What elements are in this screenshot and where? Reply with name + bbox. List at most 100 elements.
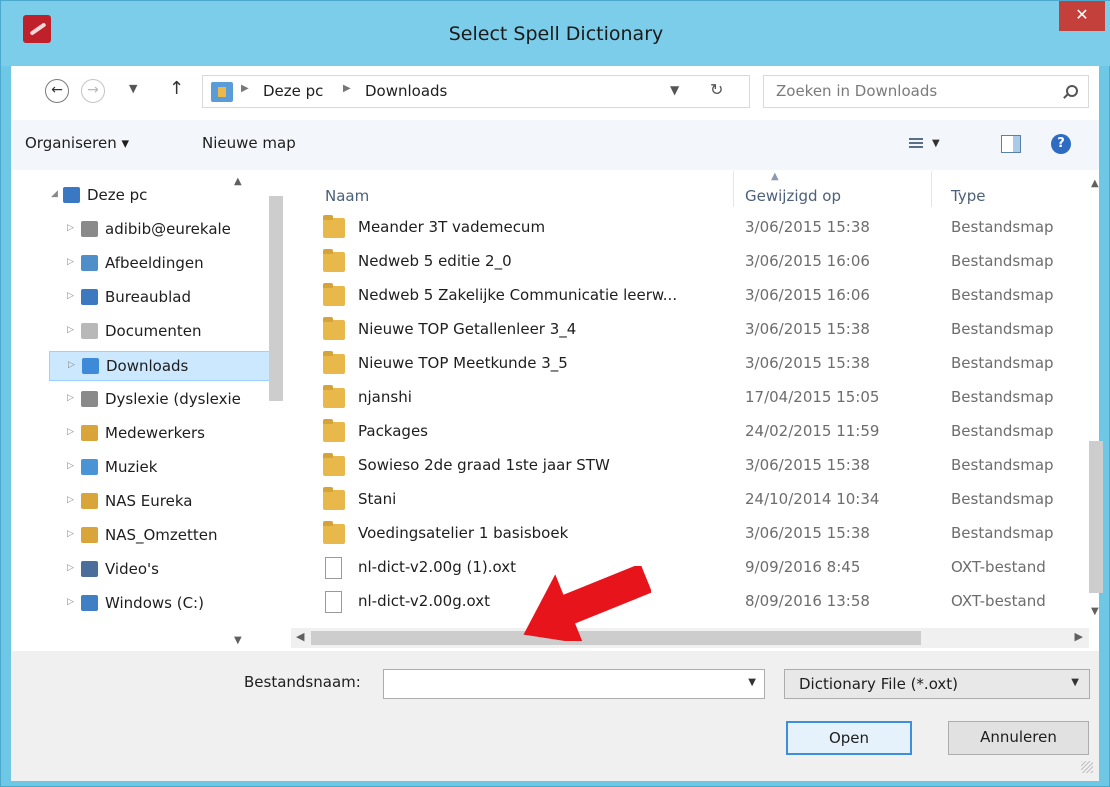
file-row[interactable]: Voedingsatelier 1 basisboek 3/06/2015 15:… xyxy=(313,519,1073,553)
list-scrollbar-thumb[interactable] xyxy=(1089,441,1103,593)
expand-arrow-icon[interactable]: ▷ xyxy=(67,223,74,233)
search-box[interactable]: Zoeken in Downloads xyxy=(763,75,1089,108)
sidebar-item-label: NAS_Omzetten xyxy=(105,526,218,544)
sidebar-item-label: Muziek xyxy=(105,458,158,476)
expand-arrow-icon[interactable]: ▷ xyxy=(67,495,74,505)
address-dropdown-icon[interactable]: ▼ xyxy=(670,83,679,97)
expand-arrow-icon[interactable]: ▷ xyxy=(67,393,74,403)
file-row[interactable]: Sowieso 2de graad 1ste jaar STW 3/06/2015… xyxy=(313,451,1073,485)
search-input[interactable]: Zoeken in Downloads xyxy=(776,82,937,100)
file-row[interactable]: nl-dict-v2.00g.oxt 8/09/2016 13:58 OXT-bes… xyxy=(313,587,1073,621)
view-dropdown-icon[interactable]: ▼ xyxy=(932,138,940,149)
file-name: nl-dict-v2.00g (1).oxt xyxy=(358,558,516,576)
list-scroll-down-icon[interactable]: ▼ xyxy=(1091,606,1099,617)
file-row[interactable]: nl-dict-v2.00g (1).oxt 9/09/2016 8:45 OXT-… xyxy=(313,553,1073,587)
resize-grip-icon[interactable] xyxy=(1081,761,1093,773)
expand-arrow-icon[interactable]: ▷ xyxy=(67,257,74,267)
folder-icon xyxy=(323,317,345,340)
column-divider[interactable] xyxy=(931,171,932,207)
file-icon xyxy=(325,591,342,613)
sidebar-item-medewerkers[interactable]: ▷ Medewerkers xyxy=(49,419,281,449)
sidebar-item-bureaublad[interactable]: ▷ Bureaublad xyxy=(49,283,281,313)
sidebar-item-dyslexie-dyslexie[interactable]: ▷ Dyslexie (dyslexie xyxy=(49,385,281,415)
file-row[interactable]: Nieuwe TOP Getallenleer 3_4 3/06/2015 15:… xyxy=(313,315,1073,349)
sidebar-item-windows-c-[interactable]: ▷ Windows (C:) xyxy=(49,589,281,619)
sidebar-item-adibib-eurekale[interactable]: ▷ adibib@eurekale xyxy=(49,215,281,245)
file-row[interactable]: njanshi 17/04/2015 15:05 Bestandsmap xyxy=(313,383,1073,417)
nav-scroll-up-icon[interactable]: ▲ xyxy=(234,176,242,187)
sidebar-item-label: Downloads xyxy=(106,357,189,375)
filename-field[interactable]: ▼ xyxy=(383,669,765,699)
drive-icon xyxy=(81,595,98,611)
sidebar-item-nas-omzetten[interactable]: ▷ NAS_Omzetten xyxy=(49,521,281,551)
expand-arrow-icon[interactable]: ▷ xyxy=(67,563,74,573)
folder-icon xyxy=(323,249,345,272)
title-bar[interactable]: Select Spell Dictionary ✕ xyxy=(1,1,1110,66)
list-scroll-up-icon[interactable]: ▲ xyxy=(1091,178,1099,189)
expand-arrow-icon[interactable]: ▷ xyxy=(67,427,74,437)
column-divider[interactable] xyxy=(733,171,734,207)
back-button[interactable]: ← xyxy=(45,79,69,103)
expand-arrow-icon[interactable]: ▷ xyxy=(68,360,75,370)
file-row[interactable]: Nedweb 5 Zakelijke Communicatie leerw...… xyxy=(313,281,1073,315)
sidebar-item-documenten[interactable]: ▷ Documenten xyxy=(49,317,281,347)
annotation-arrow-icon xyxy=(523,566,651,641)
file-type: Bestandsmap xyxy=(951,388,1054,406)
collapse-arrow-icon[interactable]: ◢ xyxy=(51,189,58,199)
sidebar-item-label: Bureaublad xyxy=(105,288,191,306)
desktop-icon xyxy=(81,289,98,305)
file-type-dropdown-icon[interactable]: ▼ xyxy=(1071,677,1079,688)
file-date: 24/02/2015 11:59 xyxy=(745,422,880,440)
organize-button[interactable]: Organiseren ▾ xyxy=(25,134,129,152)
view-options-icon[interactable] xyxy=(909,138,923,150)
sidebar-item-downloads[interactable]: ▷ Downloads xyxy=(49,351,281,381)
preview-pane-icon[interactable] xyxy=(1001,135,1021,153)
breadcrumb-downloads[interactable]: Downloads xyxy=(365,82,447,100)
file-date: 17/04/2015 15:05 xyxy=(745,388,880,406)
up-arrow-icon[interactable]: ↑ xyxy=(169,78,184,99)
downloads-folder-icon xyxy=(211,82,233,102)
scroll-right-icon[interactable]: ▶ xyxy=(1075,630,1083,643)
file-name: njanshi xyxy=(358,388,412,406)
sidebar-item-muziek[interactable]: ▷ Muziek xyxy=(49,453,281,483)
sidebar-item-label: Documenten xyxy=(105,322,202,340)
expand-arrow-icon[interactable]: ▷ xyxy=(67,461,74,471)
expand-arrow-icon[interactable]: ▷ xyxy=(67,597,74,607)
file-row[interactable]: Nieuwe TOP Meetkunde 3_5 3/06/2015 15:38 B… xyxy=(313,349,1073,383)
scroll-left-icon[interactable]: ◀ xyxy=(296,630,304,643)
file-row[interactable]: Packages 24/02/2015 11:59 Bestandsmap xyxy=(313,417,1073,451)
sidebar-item-afbeeldingen[interactable]: ▷ Afbeeldingen xyxy=(49,249,281,279)
file-row[interactable]: Meander 3T vademecum 3/06/2015 15:38 Besta… xyxy=(313,213,1073,247)
sidebar-item-nas-eureka[interactable]: ▷ NAS Eureka xyxy=(49,487,281,517)
cancel-button[interactable]: Annuleren xyxy=(948,721,1089,755)
column-header-name[interactable]: Naam xyxy=(325,187,369,205)
expand-arrow-icon[interactable]: ▷ xyxy=(67,529,74,539)
forward-button[interactable]: → xyxy=(81,79,105,103)
nav-scrollbar-thumb[interactable] xyxy=(269,196,283,401)
file-type: Bestandsmap xyxy=(951,218,1054,236)
recent-locations-chevron-icon[interactable]: ▼ xyxy=(129,82,137,95)
filename-dropdown-icon[interactable]: ▼ xyxy=(748,677,756,688)
column-header-type[interactable]: Type xyxy=(951,187,985,205)
help-icon[interactable]: ? xyxy=(1051,134,1071,154)
close-button[interactable]: ✕ xyxy=(1059,1,1105,31)
expand-arrow-icon[interactable]: ▷ xyxy=(67,291,74,301)
sidebar-item-deze-pc[interactable]: ◢ Deze pc xyxy=(49,181,281,211)
refresh-icon[interactable]: ↻ xyxy=(710,80,723,99)
breadcrumb-this-pc[interactable]: Deze pc xyxy=(263,82,323,100)
nav-scroll-down-icon[interactable]: ▼ xyxy=(234,635,242,646)
horizontal-scrollbar[interactable]: ◀ ▶ xyxy=(291,628,1089,648)
column-header-date[interactable]: Gewijzigd op xyxy=(745,187,841,205)
folder-icon xyxy=(323,419,345,442)
file-row[interactable]: Nedweb 5 editie 2_0 3/06/2015 16:06 Bestan… xyxy=(313,247,1073,281)
sidebar-item-video-s[interactable]: ▷ Video's xyxy=(49,555,281,585)
expand-arrow-icon[interactable]: ▷ xyxy=(67,325,74,335)
address-bar[interactable]: ▶ Deze pc ▶ Downloads ▼ ↻ xyxy=(202,75,750,108)
file-type-select[interactable]: Dictionary File (*.oxt) ▼ xyxy=(784,669,1090,699)
file-row[interactable]: Stani 24/10/2014 10:34 Bestandsmap xyxy=(313,485,1073,519)
folder-icon xyxy=(323,215,345,238)
open-button[interactable]: Open xyxy=(786,721,912,755)
file-type-value: Dictionary File (*.oxt) xyxy=(799,675,959,693)
sidebar-item-label: Medewerkers xyxy=(105,424,205,442)
new-folder-button[interactable]: Nieuwe map xyxy=(202,134,296,152)
